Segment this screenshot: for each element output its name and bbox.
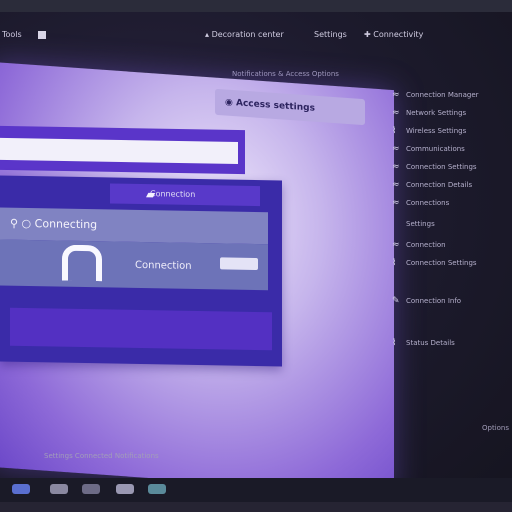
toolbar-item-label: Decoration center [211,30,284,39]
sidebar-item[interactable]: ⌇ Connection Settings [392,258,477,270]
toolbar-item-2[interactable]: Settings [314,30,347,39]
bottom-bar [0,502,512,512]
sidebar-item-label: Connection [406,241,446,249]
signal-icon: ⌇ [392,258,397,268]
app-icon[interactable] [148,484,166,494]
sidebar-item-label: Connection Manager [406,91,479,99]
sidebar-item[interactable]: ≈ Network Settings [392,108,466,120]
app-icon[interactable] [82,484,100,494]
sidebar-item[interactable]: ≈ Connection [392,240,446,252]
signal-icon: ⌇ [392,338,397,348]
dialog-action-button[interactable] [220,257,258,271]
sidebar-item[interactable]: ≈ Communications [392,144,465,156]
connection-dialog: ▰ Connection ⚲ ○ Connecting Connection [0,175,282,367]
wifi-icon: ≈ [392,240,400,250]
sidebar-item[interactable]: ⌇ Wireless Settings [392,126,466,138]
sidebar-item-label: Wireless Settings [406,127,467,135]
dialog-footer [10,307,272,351]
wifi-icon: ≈ [392,180,400,190]
toolbar: Tools ▴ Decoration center Settings ✚ Con… [0,22,512,48]
section-header: Notifications & Access Options [232,70,339,78]
toolbar-item-label: Connectivity [373,30,424,39]
lock-icon [62,244,102,282]
dialog-body-label: Connection [135,259,192,272]
sidebar-item[interactable]: ≈ Connections [392,198,449,210]
app-icon[interactable] [50,484,68,494]
toolbar-item-3[interactable]: ✚ Connectivity [364,30,423,39]
app-icon[interactable] [12,484,30,494]
wifi-icon: ≈ [392,198,400,208]
link-icon: ⚲ ○ [10,216,35,231]
status-text: Settings Connected Notifications [44,452,159,460]
top-bar [0,0,512,12]
wifi-icon: ≈ [392,90,400,100]
toolbar-label: Tools [2,30,22,39]
dialog-heading-label: Connecting [34,217,98,232]
title-strip-inner [0,137,238,165]
sidebar-item-label: Connection Info [406,297,462,305]
sidebar-item-label: Connections [406,199,450,207]
signal-icon: ⌇ [392,126,397,136]
sidebar-item[interactable]: ≈ Connection Details [392,180,472,192]
sidebar-item[interactable]: Settings [392,220,435,232]
wifi-icon: ≈ [392,162,400,172]
wifi-icon: ≈ [392,108,400,118]
sidebar-item[interactable]: ≈ Connection Settings [392,162,477,174]
wifi-icon: ≈ [392,144,400,154]
corner-label: Options [482,424,510,432]
dialog-heading: ⚲ ○ Connecting [0,207,268,245]
toolbar-item-1[interactable]: ▴ Decoration center [205,30,284,39]
sidebar-item[interactable]: ≈ Connection Manager [392,90,479,102]
sidebar-item-label: Status Details [406,339,455,347]
sidebar-item[interactable]: ⌇ Status Details [392,338,455,350]
title-strip [0,125,245,175]
square-icon[interactable] [30,30,46,39]
sidebar-item-label: Communications [406,145,465,153]
edit-icon: ✎ [392,296,400,306]
app-icon[interactable] [116,484,134,494]
dialog-body: Connection [0,239,268,291]
sidebar-item-label: Connection Settings [406,163,477,171]
sidebar-item-label: Network Settings [406,109,467,117]
dialog-tab[interactable]: ▰ Connection [110,183,260,207]
sidebar-item-label: Settings [406,220,435,228]
sidebar-item-label: Connection Details [406,181,473,189]
sidebar-item-label: Connection Settings [406,259,477,267]
sidebar-item[interactable]: ✎ Connection Info [392,296,461,308]
panel-tag-label: Access settings [236,98,315,114]
dock [0,478,512,502]
folder-icon: ▰ [146,187,156,202]
